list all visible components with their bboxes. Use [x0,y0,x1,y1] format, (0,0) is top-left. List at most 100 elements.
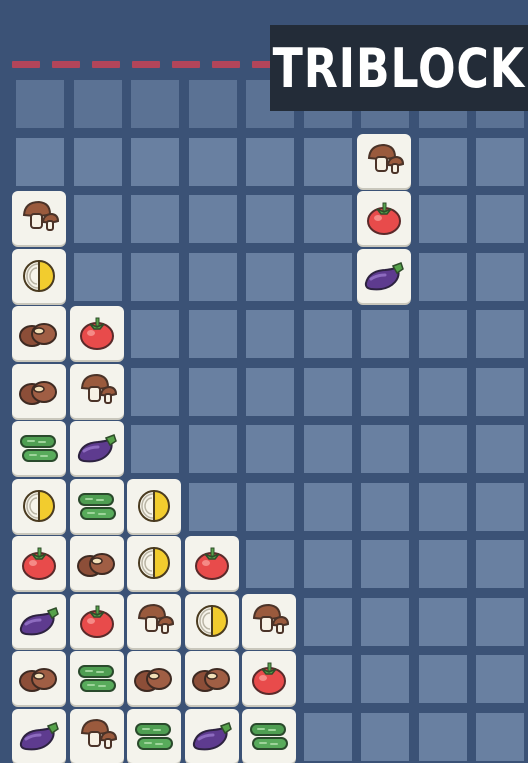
empty-cell [361,482,409,531]
lemon-tile[interactable] [127,536,181,590]
mushroom-tile[interactable] [127,593,181,648]
lemon-icon [138,546,170,580]
empty-cell [476,482,524,531]
danger-line-dash [132,61,160,68]
danger-line-dash [12,61,40,68]
tomato-tile[interactable] [69,593,124,648]
empty-cell [303,597,352,646]
mushroom-tile[interactable] [12,191,66,245]
mushroom-tile[interactable] [69,363,124,418]
potato-icon [19,668,57,692]
empty-cell [361,367,409,416]
potato-tile[interactable] [12,651,66,705]
potato-tile[interactable] [127,651,181,705]
empty-cell [188,425,237,473]
empty-cell [418,712,467,761]
lemon-icon [23,259,55,292]
empty-cell [361,655,409,703]
cucumber-tile[interactable] [127,708,181,763]
eggplant-tile[interactable] [69,421,124,475]
cucumber-tile[interactable] [69,651,124,705]
lemon-icon [23,489,55,522]
mushroom-icon [252,603,290,634]
empty-cell [131,310,179,358]
empty-cell [303,482,352,531]
potato-tile[interactable] [12,306,66,360]
tomato-icon [79,317,114,350]
tomato-tile[interactable] [357,191,411,245]
lemon-tile[interactable] [12,478,66,533]
potato-tile[interactable] [12,363,66,418]
tomato-tile[interactable] [184,536,239,590]
empty-cell [131,252,179,301]
empty-cell [418,482,467,531]
empty-cell [131,425,179,473]
title-banner: TRIBLOCK [270,25,528,111]
mushroom-tile[interactable] [357,133,411,188]
empty-cell [303,137,352,186]
empty-cell [131,195,179,243]
eggplant-tile[interactable] [12,593,66,648]
empty-cell [73,137,122,186]
danger-line-dash [92,61,120,68]
tomato-icon [252,662,286,695]
empty-cell [476,597,524,646]
empty-cell [476,425,524,473]
empty-cell [131,137,179,186]
tomato-tile[interactable] [69,306,124,360]
empty-cell [303,425,352,473]
empty-cell [246,252,294,301]
eggplant-icon [77,434,117,463]
potato-tile[interactable] [69,536,124,590]
lemon-icon [195,604,228,637]
empty-cell [418,137,467,186]
empty-cell [361,540,409,588]
empty-cell [361,425,409,473]
empty-cell [73,80,122,128]
empty-cell [476,712,524,761]
empty-cell [188,482,237,531]
empty-cell [303,712,352,761]
empty-cell [476,137,524,186]
empty-cell [476,540,524,588]
empty-cell [361,712,409,761]
potato-icon [134,668,172,692]
cucumber-icon [77,492,116,520]
lemon-tile[interactable] [184,593,239,648]
cucumber-tile[interactable] [69,478,124,533]
tomato-tile[interactable] [12,536,66,590]
tomato-tile[interactable] [242,651,296,705]
eggplant-tile[interactable] [12,708,66,763]
empty-cell [476,195,524,243]
potato-tile[interactable] [184,651,239,705]
eggplant-tile[interactable] [357,248,411,303]
cucumber-tile[interactable] [242,708,296,763]
empty-cell [476,310,524,358]
empty-cell [303,540,352,588]
eggplant-icon [19,721,59,750]
empty-cell [73,252,122,301]
lemon-tile[interactable] [127,478,181,533]
mushroom-icon [367,143,405,174]
cucumber-icon [77,665,116,692]
empty-cell [418,367,467,416]
empty-cell [188,137,237,186]
empty-cell [16,80,64,128]
empty-cell [418,597,467,646]
empty-cell [418,655,467,703]
cucumber-tile[interactable] [12,421,66,475]
empty-cell [131,80,179,128]
tomato-icon [194,547,229,580]
mushroom-tile[interactable] [69,708,124,763]
empty-cell [188,367,237,416]
cucumber-icon [20,435,58,462]
lemon-tile[interactable] [12,248,66,303]
empty-cell [418,540,467,588]
empty-cell [246,425,294,473]
tomato-icon [367,202,401,235]
empty-cell [418,310,467,358]
eggplant-tile[interactable] [184,708,239,763]
mushroom-tile[interactable] [242,593,296,648]
potato-icon [76,553,115,577]
empty-cell [476,367,524,416]
